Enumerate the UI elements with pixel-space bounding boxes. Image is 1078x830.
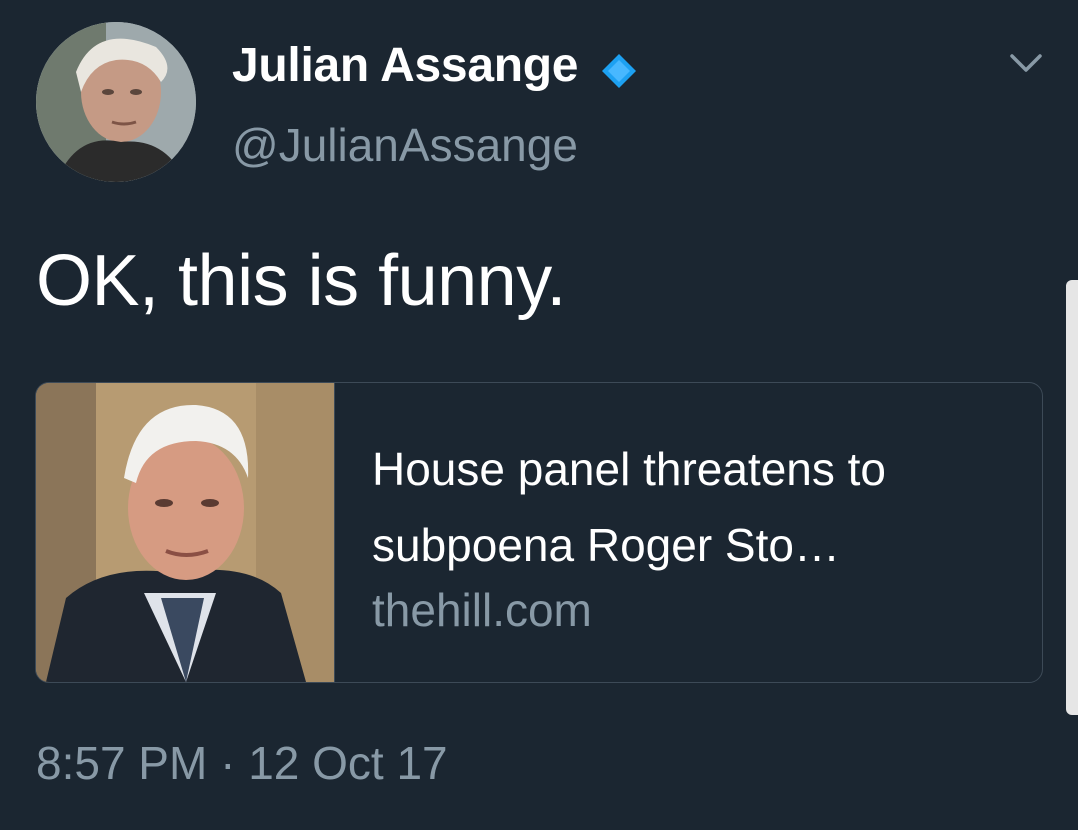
chevron-down-icon[interactable] — [1006, 48, 1046, 78]
card-thumbnail — [36, 383, 335, 682]
card-domain: thehill.com — [372, 584, 592, 636]
tweet-timestamp[interactable]: 8:57 PM · 12 Oct 17 — [36, 736, 448, 790]
display-name-text: Julian Assange — [232, 39, 579, 92]
avatar-photo — [36, 22, 196, 182]
author-handle[interactable]: @JulianAssange — [232, 118, 578, 172]
verified-badge-icon — [600, 47, 638, 88]
tweet-text: OK, this is funny. — [36, 241, 566, 321]
avatar[interactable] — [36, 22, 196, 182]
scrollbar[interactable] — [1066, 280, 1078, 715]
link-preview-card[interactable]: House panel threatens to subpoena Roger … — [35, 382, 1043, 683]
card-title: House panel threatens to subpoena Roger … — [372, 443, 887, 571]
author-display-name[interactable]: Julian Assange — [232, 38, 638, 93]
